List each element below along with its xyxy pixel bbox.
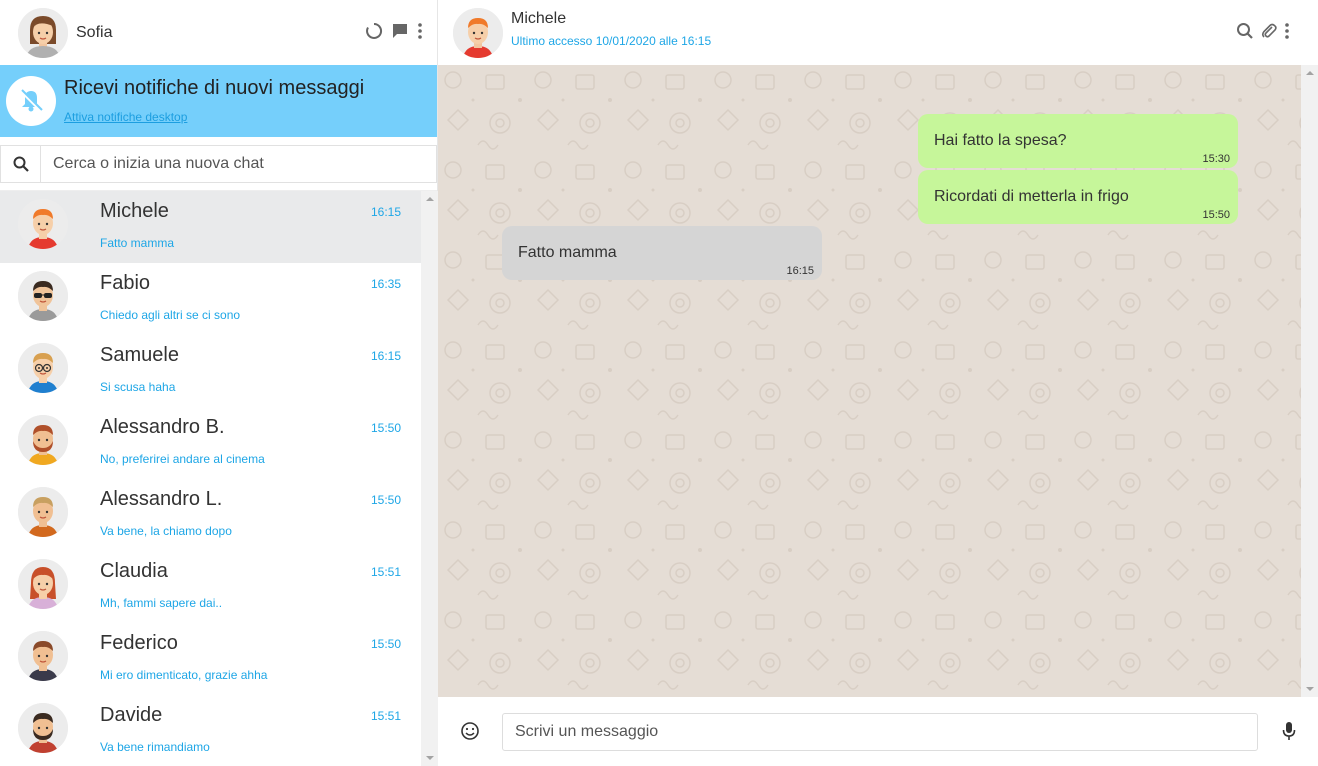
chat-name: Claudia — [100, 560, 168, 582]
chat-list-item[interactable]: Alessandro B. No, preferirei andare al ci… — [0, 407, 421, 479]
message-bubble-received[interactable]: Fatto mamma 16:15 — [502, 226, 822, 280]
message-text: Hai fatto la spesa? — [934, 132, 1067, 149]
user-header: Sofia — [0, 0, 437, 65]
conversation-actions — [1236, 22, 1290, 40]
chat-last-message: Va bene, la chiamo dopo — [100, 524, 232, 538]
chat-list-item[interactable]: Fabio Chiedo agli altri se ci sono 16:35 — [0, 263, 421, 335]
chat-last-message: Fatto mamma — [100, 236, 175, 250]
chat-time: 15:51 — [370, 709, 401, 723]
conversation-panel: Michele Ultimo accesso 10/01/2020 alle 1… — [438, 0, 1318, 766]
chat-name: Fabio — [100, 272, 151, 294]
chat-time: 15:50 — [370, 421, 401, 435]
chat-list-scrollbar[interactable] — [421, 191, 438, 766]
chat-time: 15:51 — [370, 565, 401, 579]
avatar — [18, 487, 68, 537]
menu-dots-icon[interactable] — [417, 22, 423, 40]
chat-list-item[interactable]: Federico Mi ero dimenticato, grazie ahha 1… — [0, 623, 421, 695]
chat-time: 15:50 — [370, 637, 401, 651]
avatar — [18, 343, 68, 393]
contact-name: Michele — [511, 9, 567, 27]
last-seen: Ultimo accesso 10/01/2020 alle 16:15 — [511, 33, 712, 48]
search-icon[interactable] — [0, 144, 40, 183]
menu-dots-icon[interactable] — [1284, 22, 1290, 40]
message-input[interactable] — [502, 713, 1258, 751]
chat-time: 16:35 — [370, 277, 401, 291]
chat-list: Michele Fatto mamma 16:15 Fabio Chiedo agli … — [0, 191, 421, 766]
microphone-icon[interactable] — [1282, 721, 1296, 741]
chat-last-message: Chiedo agli altri se ci sono — [100, 308, 241, 322]
message-text: Ricordati di metterla in frigo — [934, 188, 1129, 205]
contact-avatar[interactable] — [453, 7, 503, 58]
avatar — [18, 415, 68, 465]
avatar — [18, 199, 68, 249]
chat-last-message: Va bene rimandiamo — [100, 740, 210, 754]
message-bubble-sent[interactable]: Ricordati di metterla in frigo 15:50 — [918, 170, 1238, 224]
chat-name: Samuele — [100, 344, 179, 366]
chat-list-item[interactable]: Davide Va bene rimandiamo 15:51 — [0, 695, 421, 766]
chat-list-item[interactable]: Michele Fatto mamma 16:15 — [0, 191, 421, 263]
avatar[interactable] — [18, 7, 68, 58]
avatar — [18, 703, 68, 753]
emoji-icon[interactable] — [460, 721, 480, 741]
app: Sofia Ricevi notifiche di nuovi messaggi… — [0, 0, 1318, 766]
chat-last-message: No, preferirei andare al cinema — [100, 452, 265, 466]
message-time: 15:50 — [1202, 209, 1230, 221]
chat-last-message: Mh, fammi sapere dai.. — [100, 596, 223, 610]
status-icon[interactable] — [365, 22, 383, 40]
chat-list-item[interactable]: Samuele Si scusa haha 16:15 — [0, 335, 421, 407]
compose-bar — [438, 697, 1318, 766]
chat-last-message: Si scusa haha — [100, 380, 176, 394]
message-time: 15:30 — [1202, 153, 1230, 165]
chat-name: Davide — [100, 704, 163, 726]
message-bubble-sent[interactable]: Hai fatto la spesa? 15:30 — [918, 114, 1238, 168]
avatar — [18, 631, 68, 681]
search-icon[interactable] — [1236, 22, 1254, 40]
chat-list-item[interactable]: Claudia Mh, fammi sapere dai.. 15:51 — [0, 551, 421, 623]
bell-off-icon — [6, 76, 56, 126]
message-text: Fatto mamma — [518, 244, 617, 261]
left-panel: Sofia Ricevi notifiche di nuovi messaggi… — [0, 0, 438, 766]
conversation-header: Michele Ultimo accesso 10/01/2020 alle 1… — [438, 0, 1318, 65]
chat-name: Alessandro L. — [100, 488, 223, 510]
notification-title: Ricevi notifiche di nuovi messaggi — [64, 76, 365, 99]
chat-time: 15:50 — [370, 493, 401, 507]
notification-banner: Ricevi notifiche di nuovi messaggi Attiv… — [0, 65, 437, 137]
messages-area: Hai fatto la spesa? 15:30 Ricordati di m… — [438, 65, 1301, 697]
chat-last-message: Mi ero dimenticato, grazie ahha — [100, 668, 268, 682]
chat-name: Michele — [100, 200, 169, 222]
chat-list-item[interactable]: Alessandro L. Va bene, la chiamo dopo 15:5… — [0, 479, 421, 551]
header-actions — [365, 22, 423, 40]
user-name: Sofia — [76, 23, 113, 41]
chat-name: Alessandro B. — [100, 416, 225, 438]
chat-time: 16:15 — [370, 349, 401, 363]
chat-name: Federico — [100, 632, 178, 654]
avatar — [18, 271, 68, 321]
enable-notifications-link[interactable]: Attiva notifiche desktop — [64, 110, 364, 124]
search-input[interactable] — [40, 144, 437, 183]
message-time: 16:15 — [786, 265, 814, 277]
paperclip-icon[interactable] — [1260, 22, 1278, 40]
chat-time: 16:15 — [370, 205, 401, 219]
search-bar — [0, 137, 437, 191]
avatar — [18, 559, 68, 609]
messages-scrollbar[interactable] — [1301, 65, 1318, 697]
chat-icon[interactable] — [391, 22, 409, 40]
